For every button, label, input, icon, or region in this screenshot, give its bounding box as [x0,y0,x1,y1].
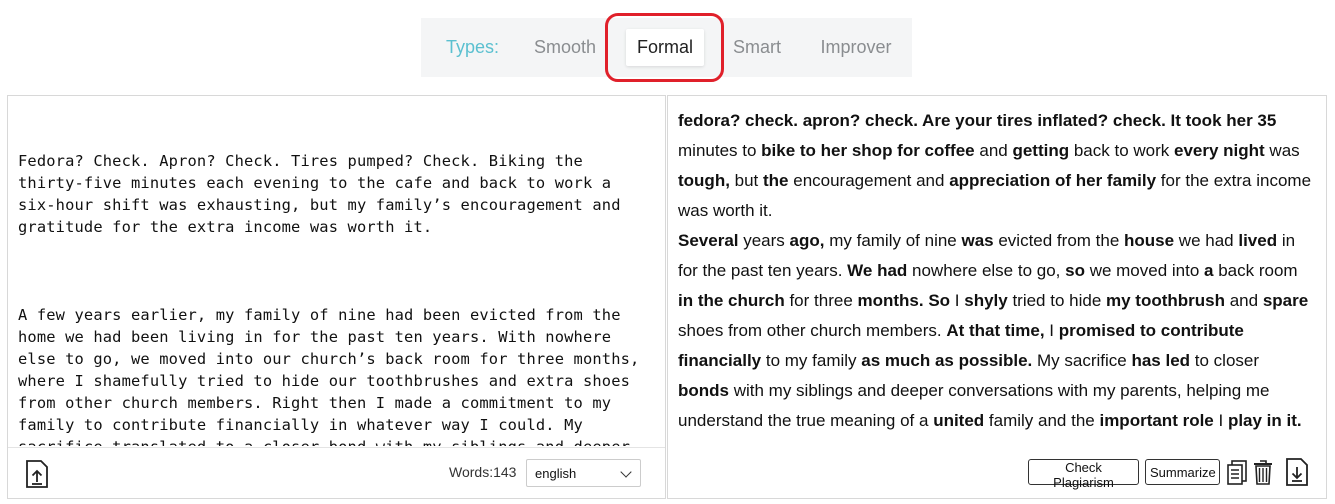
output-text-segment: we moved into [1084,261,1205,280]
language-select[interactable]: english [526,459,641,487]
output-text-segment: my family of nine [824,231,962,250]
tab-formal[interactable]: Formal [626,29,704,66]
output-changed-text: shyly [964,291,1008,310]
output-panel: fedora? check. apron? check. Are your ti… [667,95,1327,499]
output-text-segment: shoes from other church members. [678,321,947,340]
types-label: Types: [445,37,500,57]
output-changed-text: At that time, [946,321,1045,340]
download-icon[interactable] [1285,458,1308,486]
summarize-button[interactable]: Summarize [1145,459,1220,485]
output-changed-text: tough, [678,171,730,190]
upload-icon[interactable] [25,460,49,488]
output-changed-text: so [1065,261,1085,280]
output-changed-text: in the church [678,291,785,310]
output-changed-text: was [961,231,994,250]
trash-icon[interactable] [1252,458,1274,486]
output-text-segment: I [1044,321,1059,340]
output-changed-text: ago, [789,231,825,250]
chevron-down-icon [620,466,632,478]
input-panel: Fedora? Check. Apron? Check. Tires pumpe… [7,95,666,499]
output-changed-text: a [1204,261,1214,280]
output-changed-text: bonds [678,381,729,400]
output-changed-text: united [933,411,985,430]
output-changed-text: my toothbrush [1106,291,1225,310]
word-count: Words:143 [449,464,516,480]
output-text-segment: to closer [1190,351,1260,370]
output-changed-text: getting [1012,141,1070,160]
output-text-segment: evicted from the [993,231,1125,250]
output-text-segment: nowhere else to go, [907,261,1066,280]
output-changed-text: Several [678,231,739,250]
input-textarea[interactable]: Fedora? Check. Apron? Check. Tires pumpe… [18,106,655,446]
output-changed-text: appreciation of her family [949,171,1157,190]
output-text-segment: years [738,231,790,250]
output-changed-text: every night [1173,141,1265,160]
output-changed-text: lived [1238,231,1278,250]
output-text-segment: My sacrifice [1032,351,1132,370]
tab-smart[interactable]: Smart [717,18,797,77]
input-footer: Words:143 english [8,447,665,498]
copy-icon[interactable] [1226,458,1248,486]
output-text-segment: we had [1174,231,1239,250]
output-actions: Check Plagiarism Summarize [668,447,1326,498]
tab-improver[interactable]: Improver [809,18,903,77]
output-text-segment: and [974,141,1013,160]
words-count-value: 143 [493,464,517,480]
output-changed-text: spare [1262,291,1309,310]
output-changed-text: house [1124,231,1175,250]
words-label: Words: [449,464,494,480]
output-changed-text: the [763,171,789,190]
output-text-segment: tried to hide [1007,291,1106,310]
output-changed-text: as much as possible. [861,351,1033,370]
output-changed-text: We had [847,261,908,280]
language-value: english [535,466,577,481]
output-text-segment: to my family [761,351,862,370]
output-changed-text: bike to her shop for coffee [761,141,975,160]
input-paragraph: A few years earlier, my family of nine h… [18,306,640,446]
output-text-segment: I [1213,411,1228,430]
output-text-segment: and [1225,291,1263,310]
output-text-segment: minutes to [678,141,762,160]
output-text-segment: but [729,171,764,190]
output-text-segment: I [950,291,965,310]
output-text-segment: back room [1213,261,1298,280]
type-selector: Types: Smooth Formal Smart Improver [421,18,912,77]
output-changed-text: fedora? check. apron? check. Are your ti… [678,111,1277,130]
output-changed-text: play in it. [1227,411,1302,430]
output-changed-text: has led [1131,351,1191,370]
output-changed-text: important role [1099,411,1214,430]
check-plagiarism-button[interactable]: Check Plagiarism [1028,459,1139,490]
output-text: fedora? check. apron? check. Are your ti… [678,106,1312,449]
output-text-segment: back to work [1069,141,1174,160]
output-text-segment: family and the [984,411,1100,430]
tab-smooth[interactable]: Smooth [520,18,610,77]
output-text-segment: encouragement and [788,171,950,190]
input-paragraph: Fedora? Check. Apron? Check. Tires pumpe… [18,152,631,236]
output-changed-text: months. So [857,291,951,310]
output-text-segment: for three [784,291,858,310]
output-text-segment: was [1264,141,1300,160]
